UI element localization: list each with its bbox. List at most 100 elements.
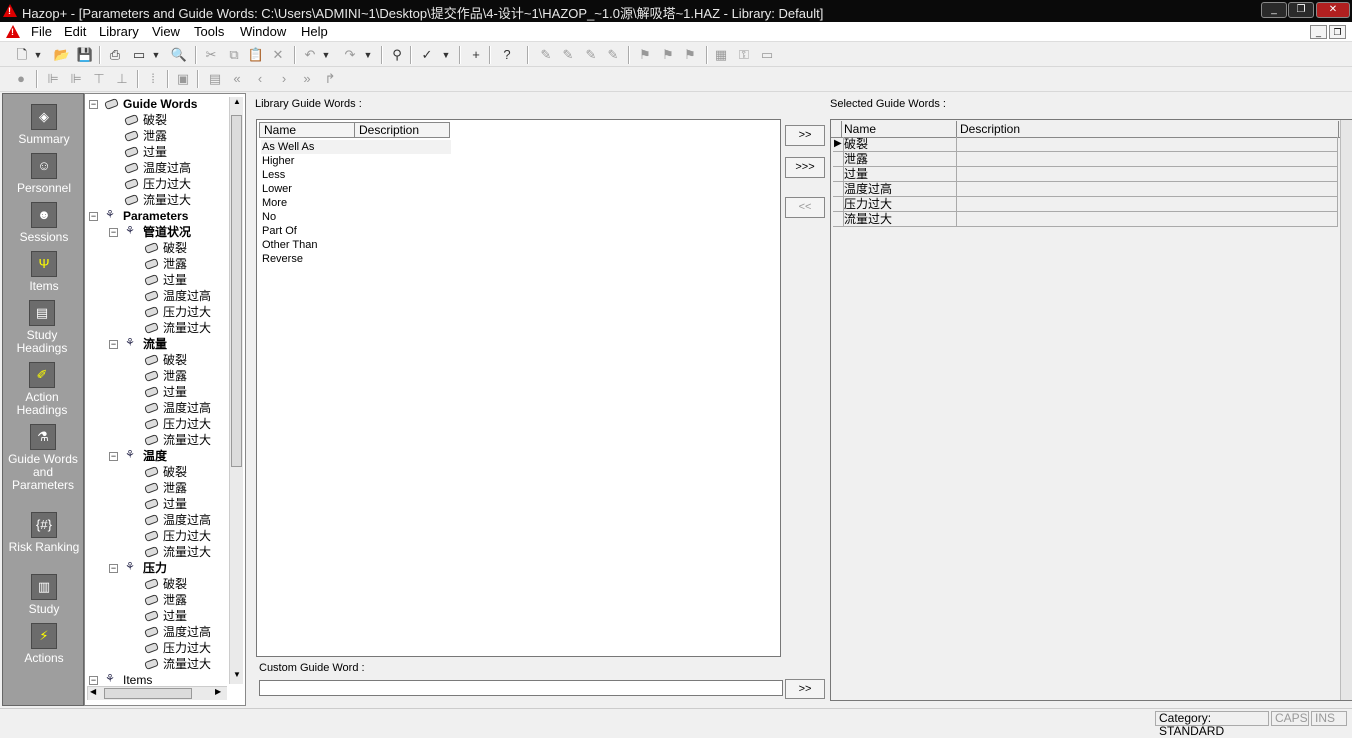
tree-item-guide-word[interactable]: 流量过大 xyxy=(85,192,227,208)
grid-column-name[interactable]: Name xyxy=(841,121,957,137)
table-cell-name[interactable]: 泄露 xyxy=(843,152,957,167)
tree-item-guide-word[interactable]: 流量过大 xyxy=(85,320,227,336)
flag-add-icon[interactable]: ⚑ xyxy=(658,46,678,64)
last-record-icon[interactable]: » xyxy=(297,70,317,88)
table-row[interactable]: 温度过高 xyxy=(833,182,1338,197)
tree-item-guide-word[interactable]: 温度过高 xyxy=(85,400,227,416)
redo-dropdown-icon[interactable]: ▼ xyxy=(362,46,374,64)
tree-item-guide-word[interactable]: 过量 xyxy=(85,496,227,512)
page-setup-icon[interactable]: ▭ xyxy=(129,46,149,64)
list-item[interactable]: Higher xyxy=(261,154,451,168)
document-icon[interactable] xyxy=(6,25,20,38)
undo-icon[interactable]: ↶ xyxy=(300,46,320,64)
tree-item-guide-word[interactable]: 破裂 xyxy=(85,576,227,592)
spell-dropdown-icon[interactable]: ▼ xyxy=(440,46,452,64)
new-file-icon[interactable]: 🗋 xyxy=(12,46,32,64)
tree-item-guide-word[interactable]: 破裂 xyxy=(85,464,227,480)
delete-icon[interactable]: ✕ xyxy=(268,46,288,64)
tree-scroll-thumb[interactable] xyxy=(231,115,242,467)
tree-item-guide-word[interactable]: 过量 xyxy=(85,144,227,160)
cut-icon[interactable]: ✂ xyxy=(201,46,221,64)
scroll-right-icon[interactable]: ▶ xyxy=(215,687,221,696)
tree-item-guide-word[interactable]: 流量过大 xyxy=(85,432,227,448)
first-record-icon[interactable]: « xyxy=(227,70,247,88)
menu-window[interactable]: Window xyxy=(240,24,286,39)
menu-file[interactable]: File xyxy=(31,24,52,39)
sidebar-item-action-headings[interactable]: ✐ Action Headings xyxy=(3,362,81,417)
tree-collapse-icon[interactable]: − xyxy=(109,452,118,461)
list-item[interactable]: No xyxy=(261,210,451,224)
tree-item-guide-word[interactable]: 压力过大 xyxy=(85,640,227,656)
tree-item-guide-word[interactable]: 泄露 xyxy=(85,592,227,608)
print-icon[interactable]: ⎙ xyxy=(105,46,125,64)
form-icon[interactable]: ▭ xyxy=(757,46,777,64)
tree-item-guide-word[interactable]: 压力过大 xyxy=(85,416,227,432)
key-icon[interactable]: ⚿ xyxy=(734,46,754,64)
table-cell-description[interactable] xyxy=(957,182,1338,197)
paste-icon[interactable]: 📋 xyxy=(246,46,266,64)
scroll-down-icon[interactable]: ▼ xyxy=(231,670,243,684)
sidebar-item-study-headings[interactable]: ▤ Study Headings xyxy=(3,300,81,355)
spell-check-icon[interactable]: ✓ xyxy=(417,46,437,64)
menu-tools[interactable]: Tools xyxy=(194,24,224,39)
flag-icon[interactable]: ⚑ xyxy=(635,46,655,64)
menu-view[interactable]: View xyxy=(152,24,180,39)
tree-item-guide-word[interactable]: 温度过高 xyxy=(85,288,227,304)
scroll-up-icon[interactable]: ▲ xyxy=(231,97,243,111)
tree-collapse-icon[interactable]: − xyxy=(89,212,98,221)
scroll-left-icon[interactable]: ◀ xyxy=(90,687,96,696)
window-icon[interactable]: ▣ xyxy=(173,70,193,88)
bookmark-icon[interactable]: ▤ xyxy=(205,70,225,88)
list-item[interactable]: Less xyxy=(261,168,451,182)
tree-item-guide-word[interactable]: 破裂 xyxy=(85,240,227,256)
add-icon[interactable]: + xyxy=(466,46,486,64)
find-binoculars-icon[interactable]: ⚲ xyxy=(387,46,407,64)
tree-collapse-icon[interactable]: − xyxy=(109,228,118,237)
tree-vertical-scrollbar[interactable]: ▲ ▼ xyxy=(229,97,243,684)
mdi-minimize-button[interactable]: _ xyxy=(1310,25,1327,39)
tree-item-guide-word[interactable]: − Guide Words xyxy=(85,96,227,112)
tree-item-parameter[interactable]: − ⚘ 流量 xyxy=(85,336,227,352)
sidebar-item-actions[interactable]: ⚡ Actions xyxy=(3,623,85,665)
list-item[interactable]: Part Of xyxy=(261,224,451,238)
add-all-button[interactable]: >>> xyxy=(785,157,825,178)
list-item[interactable]: More xyxy=(261,196,451,210)
grid-column-description[interactable]: Description xyxy=(957,121,1339,137)
tree-item-guide-word[interactable]: 流量过大 xyxy=(85,544,227,560)
close-button[interactable]: ✕ xyxy=(1316,2,1350,18)
table-cell-description[interactable] xyxy=(957,212,1338,227)
tree-collapse-icon[interactable]: − xyxy=(109,340,118,349)
list-item[interactable]: As Well As xyxy=(261,140,451,154)
menu-edit[interactable]: Edit xyxy=(64,24,86,39)
tree-item-guide-word[interactable]: 压力过大 xyxy=(85,304,227,320)
save-icon[interactable]: 💾 xyxy=(75,46,95,64)
list-item[interactable]: Reverse xyxy=(261,252,451,266)
align-left-icon[interactable]: ⊫ xyxy=(43,70,63,88)
previous-record-icon[interactable]: ‹ xyxy=(250,70,270,88)
table-row[interactable]: ▶ 破裂 xyxy=(833,137,1338,152)
column-header-name[interactable]: Name xyxy=(259,122,355,138)
sidebar-item-study[interactable]: ▥ Study xyxy=(3,574,85,616)
list-item[interactable]: Lower xyxy=(261,182,451,196)
add-custom-guide-word-button[interactable]: >> xyxy=(785,679,825,699)
redo-icon[interactable]: ↷ xyxy=(340,46,360,64)
tree-item-guide-word[interactable]: 压力过大 xyxy=(85,528,227,544)
tree-horizontal-scrollbar[interactable]: ◀ ▶ xyxy=(87,686,227,700)
table-row[interactable]: 泄露 xyxy=(833,152,1338,167)
tree-item-parameter[interactable]: − ⚘ 管道状况 xyxy=(85,224,227,240)
tree-item-guide-word[interactable]: 泄露 xyxy=(85,128,227,144)
goto-icon[interactable]: ↱ xyxy=(320,70,340,88)
maximize-button[interactable]: ❐ xyxy=(1288,2,1314,18)
grid-vertical-scrollbar[interactable] xyxy=(1340,120,1352,700)
new-dropdown-icon[interactable]: ▼ xyxy=(32,46,44,64)
tree-item-guide-word[interactable]: 过量 xyxy=(85,272,227,288)
sidebar-item-sessions[interactable]: ☻ Sessions xyxy=(3,202,85,244)
table-cell-name[interactable]: 温度过高 xyxy=(843,182,957,197)
help-icon[interactable]: ? xyxy=(497,46,517,64)
mdi-restore-button[interactable]: ❐ xyxy=(1329,25,1346,39)
menu-help[interactable]: Help xyxy=(301,24,328,39)
table-cell-description[interactable] xyxy=(957,197,1338,212)
align-bottom-icon[interactable]: ⊥ xyxy=(112,70,132,88)
align-center-icon[interactable]: ⊫ xyxy=(66,70,86,88)
tree-item-guide-word[interactable]: 泄露 xyxy=(85,480,227,496)
